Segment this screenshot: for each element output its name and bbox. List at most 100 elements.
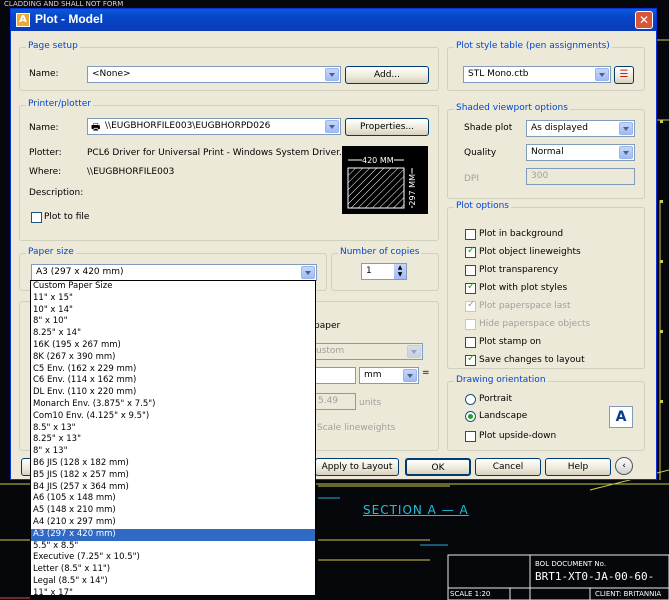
plot-option-checkbox[interactable] xyxy=(465,281,476,294)
paper-size-dropdown-list[interactable]: Custom Paper Size 11" x 15" 10" x 14" 8" x … xyxy=(30,280,316,596)
orientation-preview-icon: A xyxy=(609,406,633,428)
dpi-label: DPI xyxy=(464,174,480,184)
copies-spinner[interactable]: ▲ ▼ xyxy=(394,264,406,279)
plot-option-label: Plot object lineweights xyxy=(479,247,581,257)
portrait-label: Portrait xyxy=(479,394,513,404)
quality-value: Normal xyxy=(531,147,564,157)
paper-size-option[interactable]: 5.5" x 8.5" xyxy=(31,541,315,553)
edit-plot-style-icon[interactable]: ☰ xyxy=(614,66,634,84)
paper-size-option[interactable]: A4 (210 x 297 mm) xyxy=(31,517,315,529)
paper-size-group-label: Paper size xyxy=(26,247,76,257)
chevron-down-icon[interactable] xyxy=(301,266,315,279)
shade-plot-select[interactable]: As displayed xyxy=(526,120,635,137)
title-bar[interactable]: A Plot - Model ✕ xyxy=(11,9,656,31)
paper-size-option[interactable]: C6 Env. (114 x 162 mm) xyxy=(31,375,315,387)
equals-sign: = xyxy=(422,368,430,378)
chevron-down-icon[interactable] xyxy=(595,68,609,81)
paper-size-option[interactable]: Com10 Env. (4.125" x 9.5") xyxy=(31,411,315,423)
paper-size-option[interactable]: A6 (105 x 148 mm) xyxy=(31,493,315,505)
chevron-down-icon[interactable] xyxy=(325,68,339,81)
where-label: Where: xyxy=(29,167,62,177)
landscape-radio[interactable] xyxy=(465,411,476,422)
paper-size-option[interactable]: 8" x 10" xyxy=(31,316,315,328)
copies-input[interactable]: 1 ▲ ▼ xyxy=(361,263,407,280)
doc-label: BOL DOCUMENT No. xyxy=(535,560,607,568)
plot-option-label: Save changes to layout xyxy=(479,355,585,365)
plot-to-file-checkbox[interactable] xyxy=(31,212,42,223)
paper-size-option[interactable]: B4 JIS (257 x 364 mm) xyxy=(31,482,315,494)
paper-size-option[interactable]: 8.25" x 13" xyxy=(31,434,315,446)
shade-plot-value: As displayed xyxy=(531,123,588,133)
paper-size-option[interactable]: 8.5" x 13" xyxy=(31,423,315,435)
fit-to-paper-label-partial: paper xyxy=(314,321,341,331)
quality-select[interactable]: Normal xyxy=(526,144,635,161)
autocad-app-icon: A xyxy=(16,13,30,27)
paper-size-option[interactable]: 8.25" x 14" xyxy=(31,328,315,340)
printer-name-select[interactable]: 🖶 \\EUGBHORFILE003\EUGBHORPD026 xyxy=(87,118,341,135)
dpi-input[interactable]: 300 xyxy=(526,168,635,185)
portrait-radio[interactable] xyxy=(465,394,476,405)
plot-option-checkbox[interactable] xyxy=(465,245,476,258)
units-value: 5.49 xyxy=(318,396,339,406)
scale-mm-input[interactable] xyxy=(313,367,356,384)
copies-group-label: Number of copies xyxy=(338,247,422,257)
page-setup-name-select[interactable]: <None> xyxy=(87,66,341,83)
client-label: CLIENT: BRITANNIA xyxy=(595,590,662,598)
paper-size-option[interactable]: B5 JIS (182 x 257 mm) xyxy=(31,470,315,482)
paper-size-option[interactable]: Executive (7.25" x 10.5") xyxy=(31,552,315,564)
plot-option-checkbox[interactable] xyxy=(465,353,476,366)
plot-option-label: Plot with plot styles xyxy=(479,283,568,293)
plot-option-label: Plot stamp on xyxy=(479,337,542,347)
plot-style-table-group-label: Plot style table (pen assignments) xyxy=(454,41,612,51)
paper-size-option[interactable]: Legal (8.5" x 14") xyxy=(31,576,315,588)
paper-size-option[interactable]: C5 Env. (162 x 229 mm) xyxy=(31,364,315,376)
collapse-more-options-icon[interactable]: ‹ xyxy=(615,457,633,475)
paper-size-option[interactable]: A5 (148 x 210 mm) xyxy=(31,505,315,517)
plot-option-checkbox[interactable] xyxy=(465,229,476,240)
apply-to-layout-button[interactable]: Apply to Layout xyxy=(315,458,399,476)
paper-size-option[interactable]: 10" x 14" xyxy=(31,305,315,317)
paper-size-option[interactable]: 11" x 17" xyxy=(31,588,315,595)
plot-options-group-label: Plot options xyxy=(454,201,511,211)
plotter-label: Plotter: xyxy=(29,148,62,158)
paper-size-option[interactable]: Monarch Env. (3.875" x 7.5") xyxy=(31,399,315,411)
preview-height-label: 297 MM xyxy=(408,174,417,206)
chevron-down-icon[interactable] xyxy=(619,122,633,135)
cancel-button[interactable]: Cancel xyxy=(475,458,541,476)
chevron-down-icon[interactable] xyxy=(619,146,633,159)
where-value: \\EUGBHORFILE003 xyxy=(87,167,175,177)
units-input[interactable]: 5.49 xyxy=(313,393,356,410)
paper-size-option[interactable]: 8K (267 x 390 mm) xyxy=(31,352,315,364)
close-button[interactable]: ✕ xyxy=(635,11,653,29)
copies-value: 1 xyxy=(366,266,372,276)
description-label: Description: xyxy=(29,188,84,198)
add-page-setup-button[interactable]: Add... xyxy=(345,66,429,84)
plot-option-checkbox[interactable] xyxy=(465,299,476,312)
cad-top-note: CLADDING AND SHALL NOT FORM xyxy=(4,0,124,8)
chevron-down-icon[interactable] xyxy=(325,120,339,133)
plot-to-file-label: Plot to file xyxy=(44,212,90,222)
paper-size-option[interactable]: Custom Paper Size xyxy=(31,281,315,293)
ok-button[interactable]: OK xyxy=(405,458,471,476)
paper-size-option[interactable]: DL Env. (110 x 220 mm) xyxy=(31,387,315,399)
help-button[interactable]: Help xyxy=(545,458,611,476)
units-label: units xyxy=(359,398,382,408)
paper-size-option[interactable]: 11" x 15" xyxy=(31,293,315,305)
chevron-down-icon[interactable] xyxy=(403,369,417,382)
plot-upside-down-checkbox[interactable] xyxy=(465,431,476,442)
paper-size-option[interactable]: B6 JIS (128 x 182 mm) xyxy=(31,458,315,470)
plot-style-table-select[interactable]: STL Mono.ctb xyxy=(463,66,611,83)
paper-size-option[interactable]: A3 (297 x 420 mm) xyxy=(31,528,315,541)
paper-size-option[interactable]: Letter (8.5" x 11") xyxy=(31,564,315,576)
plot-option-checkbox[interactable] xyxy=(465,319,476,330)
scale-select[interactable]: ustom xyxy=(311,343,423,360)
paper-size-option[interactable]: 8" x 13" xyxy=(31,446,315,458)
paper-size-select[interactable]: A3 (297 x 420 mm) xyxy=(31,264,317,281)
plot-option-checkbox[interactable] xyxy=(465,265,476,276)
printer-plotter-group-label: Printer/plotter xyxy=(26,99,93,109)
plot-option-checkbox[interactable] xyxy=(465,337,476,348)
paper-size-option[interactable]: 16K (195 x 267 mm) xyxy=(31,340,315,352)
unit-select[interactable]: mm xyxy=(359,367,419,384)
printer-properties-button[interactable]: Properties... xyxy=(345,118,429,136)
plot-option-label: Hide paperspace objects xyxy=(479,319,591,329)
